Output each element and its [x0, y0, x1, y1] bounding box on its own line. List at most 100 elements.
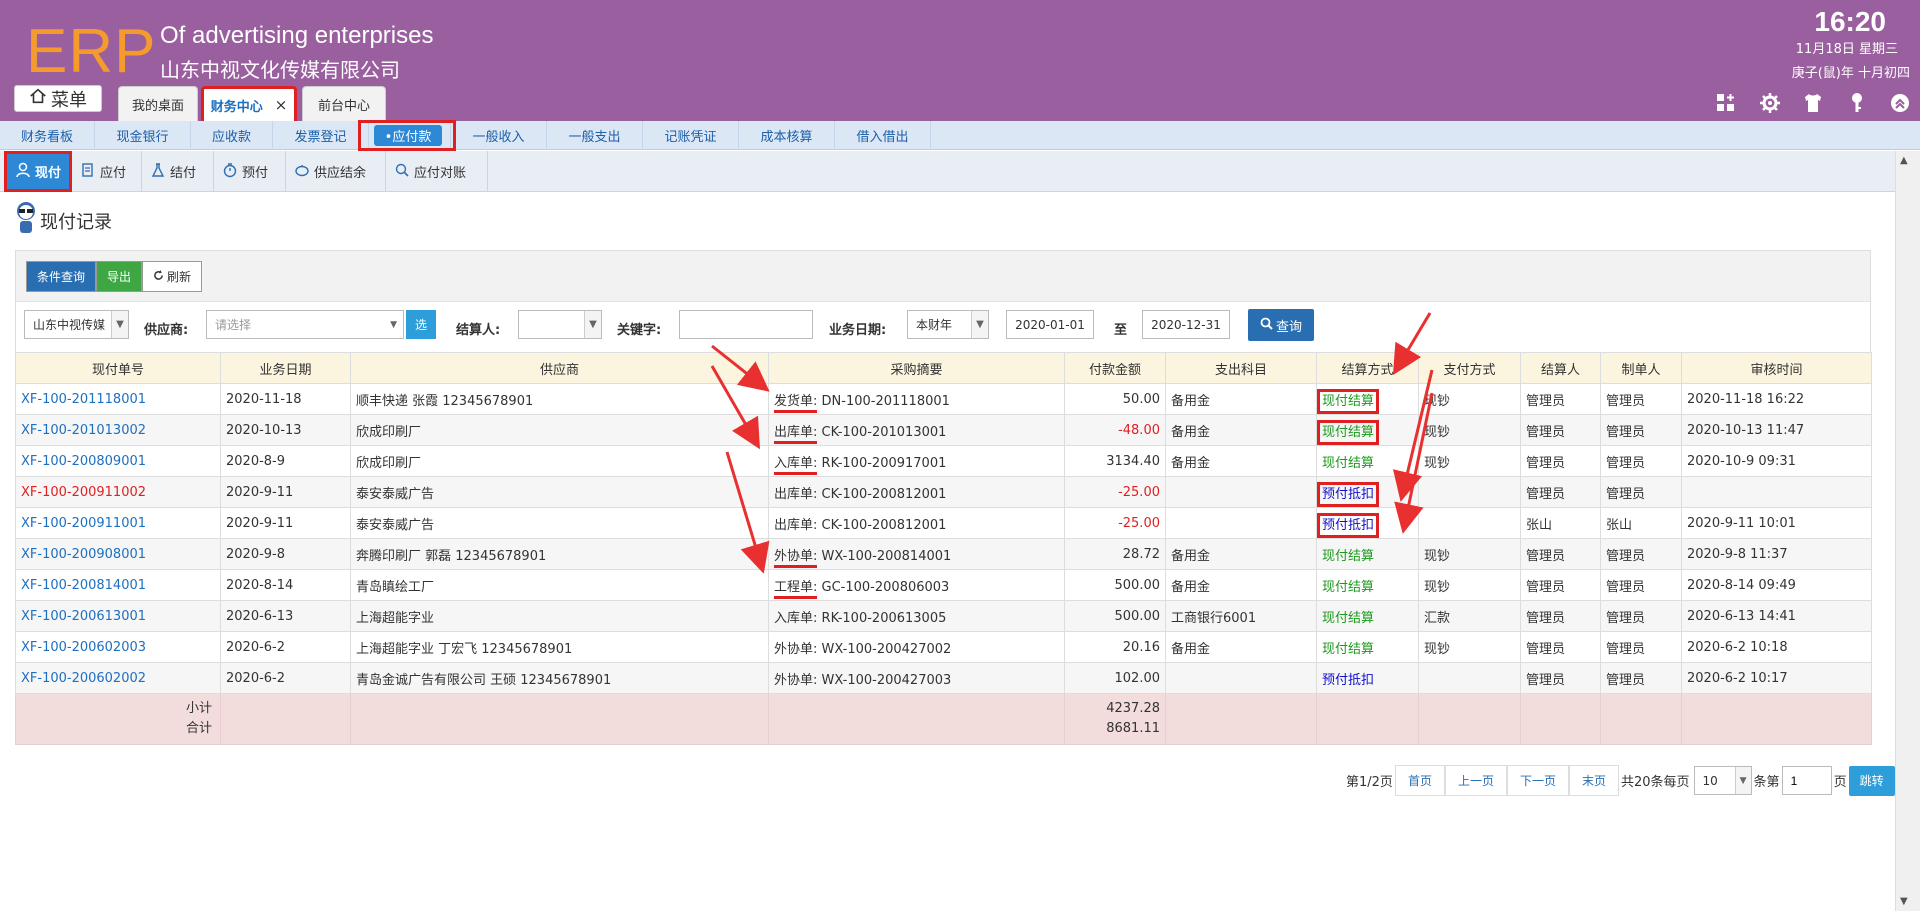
settle-method-value: 现付结算	[1322, 579, 1375, 595]
col-header[interactable]: 供应商	[350, 352, 769, 384]
table-row[interactable]: XF-100-200911002 2020-9-11 泰安泰威广告 出库单: CK-1…	[15, 476, 1872, 508]
date-from-input[interactable]: 2020-01-01	[1006, 310, 1094, 339]
settle-method-value: 现付结算	[1322, 641, 1375, 657]
subnav-borrow[interactable]: 借入借出	[835, 121, 931, 150]
pay-code-link[interactable]: XF-100-200908001	[15, 538, 221, 570]
tab-front-center[interactable]: 前台中心	[302, 86, 386, 121]
chevron-up-icon[interactable]	[1889, 92, 1911, 114]
settle-method-value: 预付抵扣	[1317, 481, 1380, 507]
pay-code-link[interactable]: XF-100-200814001	[15, 569, 221, 601]
refresh-button[interactable]: 刷新	[142, 261, 203, 292]
settle-method: 现付结算	[1316, 383, 1419, 415]
table-row[interactable]: XF-100-201118001 2020-11-18 顺丰快递 张霞 123456…	[15, 383, 1872, 415]
business-date: 2020-8-14	[220, 569, 351, 601]
table-row[interactable]: XF-100-200814001 2020-8-14 青岛瞋绘工厂 工程单: GC-1…	[15, 569, 1872, 601]
col-header[interactable]: 制单人	[1600, 352, 1682, 384]
app-header: ERP Of advertising enterprises 山东中视文化传媒有…	[0, 0, 1920, 121]
chevron-down-icon: ▼	[1734, 767, 1751, 794]
shirt-icon[interactable]	[1802, 92, 1824, 114]
subnav-voucher[interactable]: 记账凭证	[643, 121, 739, 150]
audit-time: 2020-8-14 09:49	[1681, 569, 1872, 601]
export-button[interactable]: 导出	[96, 261, 143, 292]
col-header[interactable]: 审核时间	[1681, 352, 1872, 384]
col-header[interactable]: 支付方式	[1418, 352, 1521, 384]
pay-amount: 102.00	[1064, 662, 1166, 694]
table-row[interactable]: XF-100-200602003 2020-6-2 上海超能字业 丁宏飞 12345…	[15, 631, 1872, 663]
col-header[interactable]: 支出科目	[1165, 352, 1317, 384]
tooltab-settle[interactable]: 结付	[142, 151, 214, 192]
condition-query-button[interactable]: 条件查询	[26, 261, 97, 292]
pay-code-link[interactable]: XF-100-200911002	[15, 476, 221, 508]
page-number-input[interactable]	[1781, 766, 1832, 795]
menu-button[interactable]: 菜单	[14, 85, 102, 112]
table-row[interactable]: XF-100-200613001 2020-6-13 上海超能字业 入库单: RK-1…	[15, 600, 1872, 632]
col-header[interactable]: 结算方式	[1316, 352, 1419, 384]
pay-code-link[interactable]: XF-100-200602002	[15, 662, 221, 694]
supplier-select[interactable]: 请选择 ▼	[206, 310, 404, 339]
pay-code-link[interactable]: XF-100-201013002	[15, 414, 221, 446]
settle-method-value: 预付抵扣	[1317, 512, 1380, 538]
col-header[interactable]: 结算人	[1520, 352, 1601, 384]
scrollbar[interactable]: ▲ ▼	[1895, 151, 1920, 911]
col-header[interactable]: 付款金额	[1064, 352, 1166, 384]
subnav-cost[interactable]: 成本核算	[739, 121, 835, 150]
table-row[interactable]: XF-100-200911001 2020-9-11 泰安泰威广告 出库单: CK-1…	[15, 507, 1872, 539]
col-header[interactable]: 业务日期	[220, 352, 351, 384]
col-header[interactable]: 现付单号	[15, 352, 221, 384]
tooltab-label: 供应结余	[314, 166, 367, 181]
table-row[interactable]: XF-100-200809001 2020-8-9 欣成印刷厂 入库单: RK-100…	[15, 445, 1872, 477]
pay-code-link[interactable]: XF-100-200911001	[15, 507, 221, 539]
business-date: 2020-6-13	[220, 600, 351, 632]
next-page-button[interactable]: 下一页	[1506, 765, 1569, 796]
tooltab-reconcile[interactable]: 应付对账	[386, 151, 488, 192]
subnav-finance-board[interactable]: 财务看板	[0, 121, 95, 150]
col-header[interactable]: 采购摘要	[768, 352, 1065, 384]
keyword-input[interactable]	[679, 310, 813, 339]
tooltab-supply-balance[interactable]: 供应结余	[286, 151, 386, 192]
scroll-down-icon[interactable]: ▼	[1900, 896, 1908, 907]
company-select[interactable]: 山东中视传媒 ▼	[24, 310, 129, 339]
tooltab-cash-pay[interactable]: 现付	[4, 151, 72, 192]
pay-code-link[interactable]: XF-100-200602003	[15, 631, 221, 663]
subnav-payable[interactable]: •应付款	[374, 125, 442, 146]
table-row[interactable]: XF-100-200908001 2020-9-8 奔腾印刷厂 郭磊 1234567…	[15, 538, 1872, 570]
pay-code-link[interactable]: XF-100-201118001	[15, 383, 221, 415]
tab-my-desktop[interactable]: 我的桌面	[118, 86, 198, 121]
select-supplier-button[interactable]: 选	[406, 310, 436, 339]
pay-code-link[interactable]: XF-100-200809001	[15, 445, 221, 477]
subnav-general-expense[interactable]: 一般支出	[547, 121, 643, 150]
pay-method: 现钞	[1418, 569, 1521, 601]
date-to-input[interactable]: 2020-12-31	[1142, 310, 1230, 339]
page-suffix: 页	[1833, 775, 1847, 790]
maker: 管理员	[1600, 414, 1682, 446]
subnav-general-income[interactable]: 一般收入	[451, 121, 547, 150]
last-page-button[interactable]: 末页	[1568, 765, 1619, 796]
tab-finance-center[interactable]: 财务中心 ×	[201, 86, 297, 121]
close-icon[interactable]: ×	[275, 96, 288, 114]
jump-button[interactable]: 跳转	[1848, 765, 1895, 796]
tooltab-payable[interactable]: 应付	[72, 151, 142, 192]
subnav-receivable[interactable]: 应收款	[191, 121, 273, 150]
first-page-button[interactable]: 首页	[1394, 765, 1445, 796]
table-row[interactable]: XF-100-200602002 2020-6-2 青岛金诚广告有限公司 王硕 12…	[15, 662, 1872, 694]
prev-page-button[interactable]: 上一页	[1444, 765, 1507, 796]
grid-add-icon[interactable]	[1715, 92, 1737, 114]
subnav-cash-bank[interactable]: 现金银行	[95, 121, 191, 150]
search-icon	[1260, 317, 1273, 334]
table-row[interactable]: XF-100-201013002 2020-10-13 欣成印刷厂 出库单: CK-1…	[15, 414, 1872, 446]
query-button[interactable]: 查询	[1248, 309, 1314, 341]
business-date: 2020-9-11	[220, 507, 351, 539]
gear-icon[interactable]	[1759, 92, 1781, 114]
period-select[interactable]: 本财年 ▼	[907, 310, 989, 339]
pay-amount: 500.00	[1064, 600, 1166, 632]
per-page-select[interactable]: 10 ▼	[1693, 766, 1752, 795]
settler-select[interactable]: ▼	[518, 310, 602, 339]
maker: 张山	[1600, 507, 1682, 539]
scroll-up-icon[interactable]: ▲	[1900, 155, 1908, 166]
doc-number: CK-100-201013001	[821, 424, 947, 440]
tooltab-prepay[interactable]: 预付	[214, 151, 286, 192]
settle-method: 预付抵扣	[1316, 476, 1419, 508]
key-icon[interactable]	[1846, 92, 1868, 114]
subnav-invoice[interactable]: 发票登记	[273, 121, 369, 150]
pay-code-link[interactable]: XF-100-200613001	[15, 600, 221, 632]
